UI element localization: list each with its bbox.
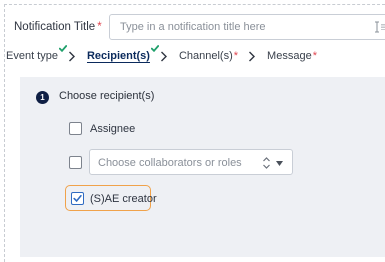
required-asterisk: * <box>97 21 102 33</box>
required-asterisk: * <box>312 50 317 62</box>
recipients-heading: Choose recipient(s) <box>59 90 155 102</box>
step-label: Recipient(s) <box>86 50 150 62</box>
required-asterisk: * <box>233 50 239 62</box>
caret-down-icon[interactable] <box>276 161 283 166</box>
chevron-right-icon <box>249 51 256 61</box>
notification-title-label-text: Notification Title <box>14 21 96 33</box>
updown-arrows-icon[interactable] <box>262 156 271 170</box>
step-navigation: Event type Recipient(s) Channel(s) * Mess… <box>6 45 317 64</box>
completed-check-icon <box>58 45 67 52</box>
step-label: Channel(s) <box>178 50 233 62</box>
checkmark-icon <box>73 195 82 203</box>
collaborators-select[interactable]: Choose collaborators or roles <box>89 149 293 175</box>
notification-title-label: Notification Title * <box>14 21 102 33</box>
sae-creator-checkbox[interactable] <box>71 192 84 205</box>
step-message[interactable]: Message * <box>267 50 317 62</box>
recipients-panel: 1 Choose recipient(s) Assignee Choose co… <box>20 77 385 257</box>
notification-title-row: Notification Title * <box>14 14 385 40</box>
step-label: Event type <box>6 50 58 62</box>
notification-title-input[interactable] <box>109 14 385 40</box>
completed-check-icon <box>150 45 159 52</box>
collaborators-placeholder: Choose collaborators or roles <box>98 157 242 169</box>
step-channels[interactable]: Channel(s) * <box>179 50 238 62</box>
sae-creator-label: (S)AE creator <box>90 193 157 205</box>
collaborators-checkbox[interactable] <box>69 156 82 169</box>
step-event-type[interactable]: Event type <box>6 45 67 62</box>
assignee-label: Assignee <box>90 123 136 135</box>
step-number-badge: 1 <box>36 91 49 104</box>
step-recipients[interactable]: Recipient(s) <box>86 45 159 62</box>
chevron-right-icon <box>68 51 75 61</box>
assignee-checkbox[interactable] <box>69 122 82 135</box>
text-cursor-icon <box>375 21 385 33</box>
step-label: Message <box>267 50 312 62</box>
chevron-right-icon <box>160 51 167 61</box>
